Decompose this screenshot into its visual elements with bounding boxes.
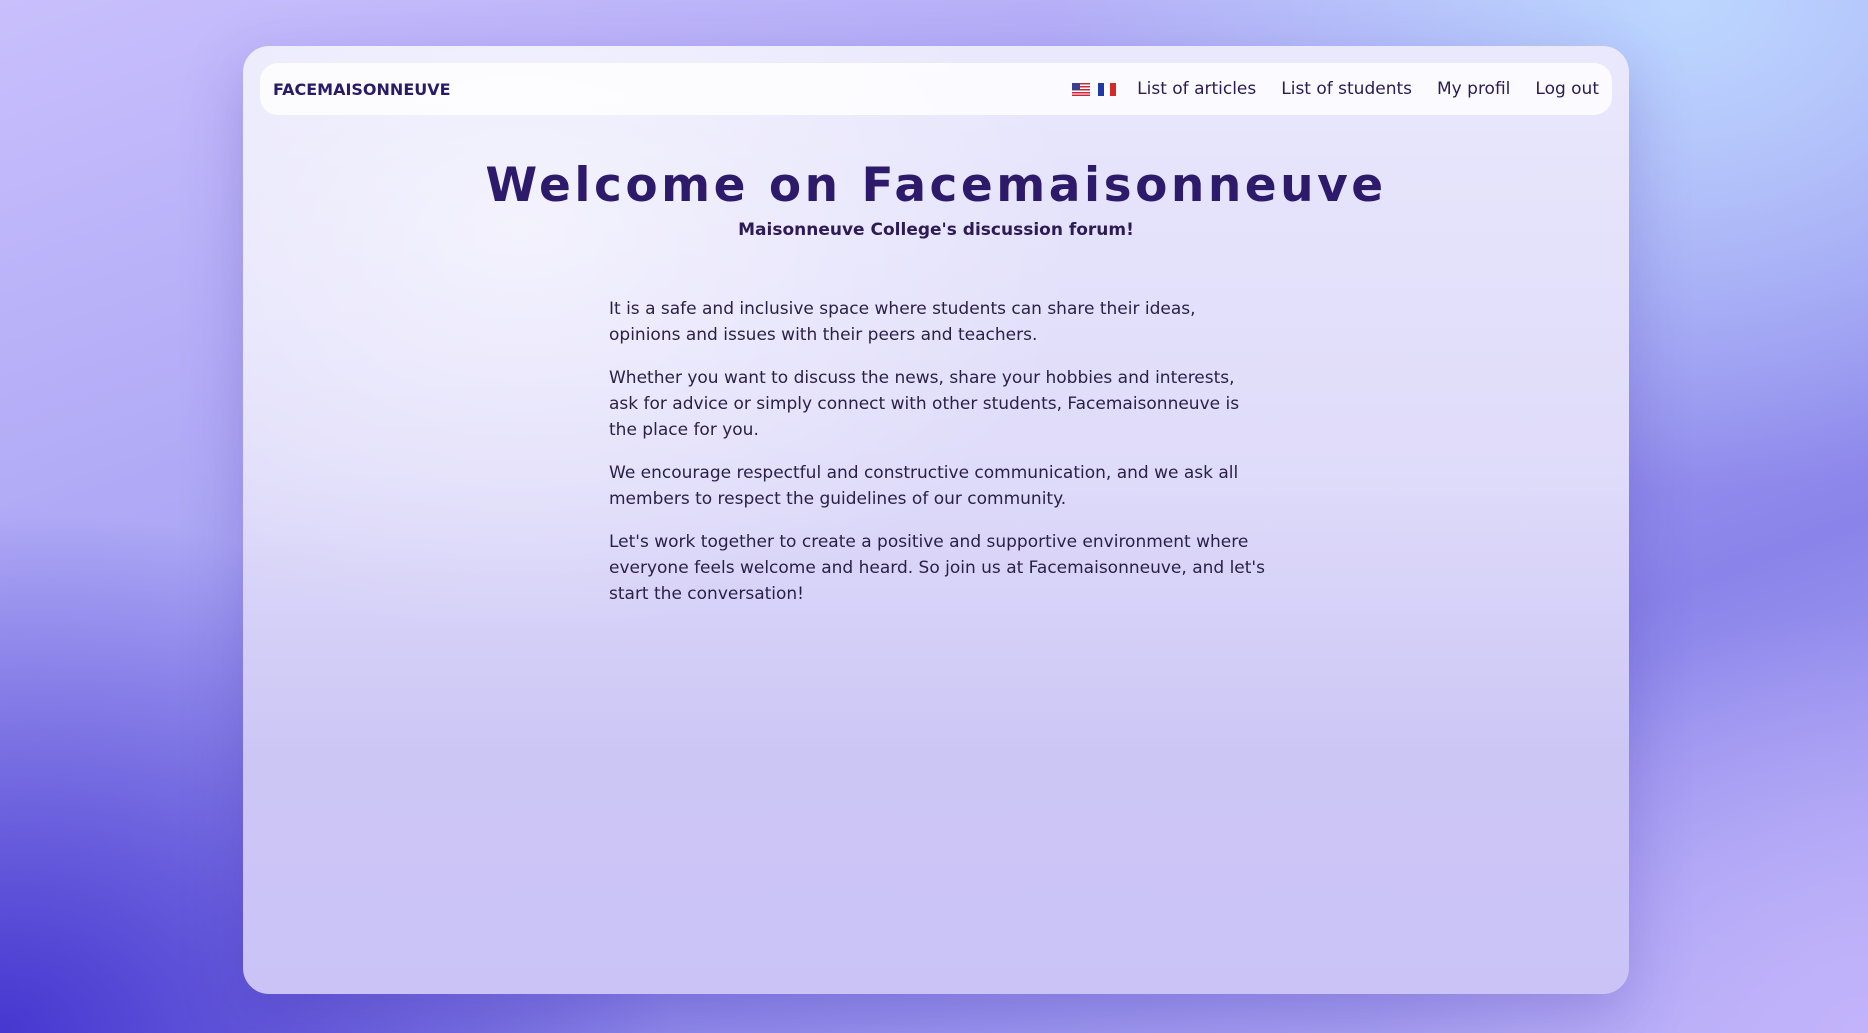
nav-right: List of articles List of students My pro… [1072, 79, 1599, 99]
intro-text: It is a safe and inclusive space where s… [609, 296, 1269, 624]
fr-flag-icon[interactable] [1098, 82, 1117, 96]
nav-link-profile[interactable]: My profil [1437, 79, 1510, 99]
intro-paragraph: Let's work together to create a positive… [609, 532, 1265, 604]
navbar: FACEMAISONNEUVE List of articles List of… [260, 63, 1612, 115]
nav-link-students[interactable]: List of students [1281, 79, 1412, 99]
intro-paragraph: We encourage respectful and constructive… [609, 463, 1239, 509]
main-card: FACEMAISONNEUVE List of articles List of… [243, 46, 1629, 994]
us-flag-icon[interactable] [1072, 82, 1091, 96]
intro-paragraph: Whether you want to discuss the news, sh… [609, 368, 1240, 440]
page-subtitle: Maisonneuve College's discussion forum! [738, 220, 1134, 240]
language-switcher [1072, 82, 1117, 96]
brand-logo[interactable]: FACEMAISONNEUVE [273, 80, 451, 99]
nav-link-logout[interactable]: Log out [1535, 79, 1599, 99]
page-title: Welcome on Facemaisonneuve [485, 158, 1387, 213]
intro-paragraph: It is a safe and inclusive space where s… [609, 299, 1196, 345]
nav-link-articles[interactable]: List of articles [1137, 79, 1256, 99]
